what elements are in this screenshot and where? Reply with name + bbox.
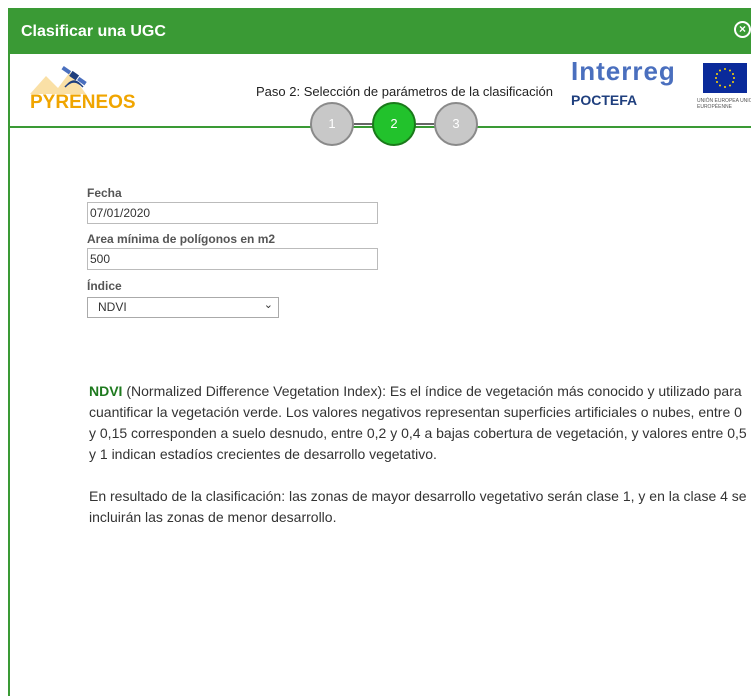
index-select-value: NDVI — [98, 300, 127, 314]
description: NDVI (Normalized Difference Vegetation I… — [89, 381, 749, 528]
description-paragraph-2: En resultado de la clasificación: las zo… — [89, 488, 747, 525]
step-indicator: 1 2 3 — [310, 102, 480, 146]
eu-flag-icon — [703, 63, 747, 93]
description-text-1: (Normalized Difference Vegetation Index)… — [89, 383, 747, 462]
eu-text: UNIÓN EUROPEA UNION EUROPÉENNE — [697, 98, 751, 110]
step-1[interactable]: 1 — [310, 102, 354, 146]
step-title: Paso 2: Selección de parámetros de la cl… — [256, 84, 553, 99]
index-abbr: NDVI — [89, 383, 123, 399]
dialog-titlebar: Clasificar una UGC × — [10, 8, 751, 54]
date-label: Fecha — [87, 186, 122, 200]
interreg-name: Interreg — [571, 56, 676, 86]
index-label: Índice — [87, 279, 122, 293]
step-2[interactable]: 2 — [372, 102, 416, 146]
description-paragraph-1: NDVI (Normalized Difference Vegetation I… — [89, 381, 749, 465]
interreg-logo: Interreg POCTEFA UNIÓN EUROPEA UNION EUR… — [571, 56, 751, 112]
pyreneos-wordmark: PYRENEOS — [30, 92, 136, 113]
classify-ugc-dialog: Clasificar una UGC × PYRENEOS Paso 2: Se… — [8, 8, 751, 696]
dialog-title: Clasificar una UGC — [21, 23, 166, 40]
date-input[interactable] — [87, 202, 378, 224]
area-input[interactable] — [87, 248, 378, 270]
close-icon[interactable]: × — [734, 21, 751, 38]
index-select[interactable]: NDVI ⌄ — [87, 297, 279, 318]
step-connector — [354, 123, 372, 125]
step-connector — [416, 123, 434, 125]
chevron-down-icon: ⌄ — [263, 299, 273, 311]
interreg-sub: POCTEFA — [571, 92, 638, 108]
pyreneos-logo: PYRENEOS — [24, 62, 136, 113]
step-3[interactable]: 3 — [434, 102, 478, 146]
area-label: Area mínima de polígonos en m2 — [87, 232, 276, 246]
classification-form: Fecha Area mínima de polígonos en m2 Índ… — [87, 186, 378, 318]
dialog-header: PYRENEOS Paso 2: Selección de parámetros… — [10, 54, 751, 146]
